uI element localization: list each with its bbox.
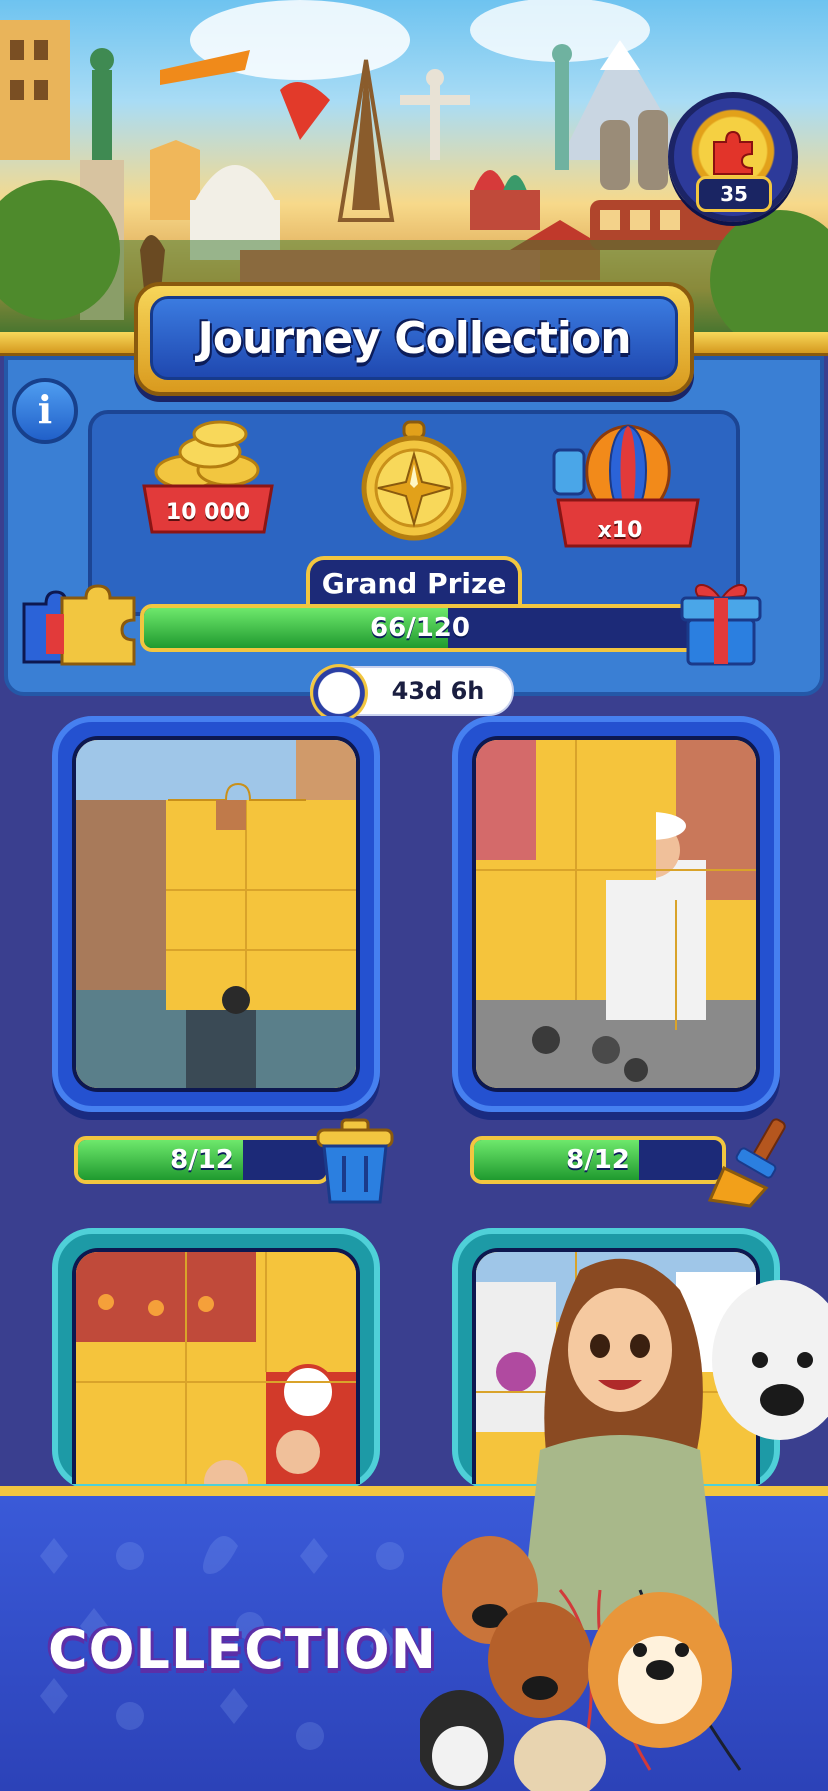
coins-reward-label: 10 000 xyxy=(165,500,251,525)
gift-box-icon xyxy=(680,584,762,666)
journey-progress-bar: 66/120 xyxy=(140,604,700,652)
info-icon: i xyxy=(37,387,53,432)
trash-can-icon[interactable] xyxy=(314,1118,396,1206)
timer-text: 43d 6h xyxy=(391,677,485,705)
puzzle-progress-text: 8/12 xyxy=(566,1145,630,1175)
balloon-reward-label: x10 xyxy=(597,518,643,543)
puzzle-image xyxy=(472,736,760,1092)
journey-progress-text: 66/120 xyxy=(370,613,470,643)
china-puzzle-art xyxy=(76,1252,356,1484)
title-plaque: Journey Collection xyxy=(134,282,694,396)
puzzle-card-venice[interactable] xyxy=(52,716,380,1112)
broom-icon[interactable] xyxy=(706,1116,796,1208)
page-title: Journey Collection xyxy=(150,296,678,380)
clock-icon xyxy=(310,664,368,722)
info-button[interactable]: i xyxy=(12,378,78,444)
puzzle-card-paris[interactable] xyxy=(452,716,780,1112)
puzzle-piece-icon xyxy=(713,130,753,175)
venice-puzzle-art xyxy=(76,740,356,1088)
puzzle-image xyxy=(72,1248,360,1484)
compass-icon xyxy=(361,420,467,541)
puzzle-card-china[interactable] xyxy=(52,1228,380,1490)
puzzle-progress-text: 8/12 xyxy=(170,1145,234,1175)
puzzle-image xyxy=(72,736,360,1092)
girl-with-dogs-illustration xyxy=(420,1258,828,1791)
badge-count: 35 xyxy=(696,176,772,212)
event-timer: 43d 6h xyxy=(310,664,514,722)
grand-prize-label: Grand Prize xyxy=(306,556,522,608)
collection-label: COLLECTION xyxy=(48,1618,437,1681)
puzzle-pieces-icon xyxy=(22,584,136,666)
puzzle-progress-bar: 8/12 xyxy=(470,1136,726,1184)
puzzle-progress-bar: 8/12 xyxy=(74,1136,330,1184)
paris-puzzle-art xyxy=(476,740,756,1088)
